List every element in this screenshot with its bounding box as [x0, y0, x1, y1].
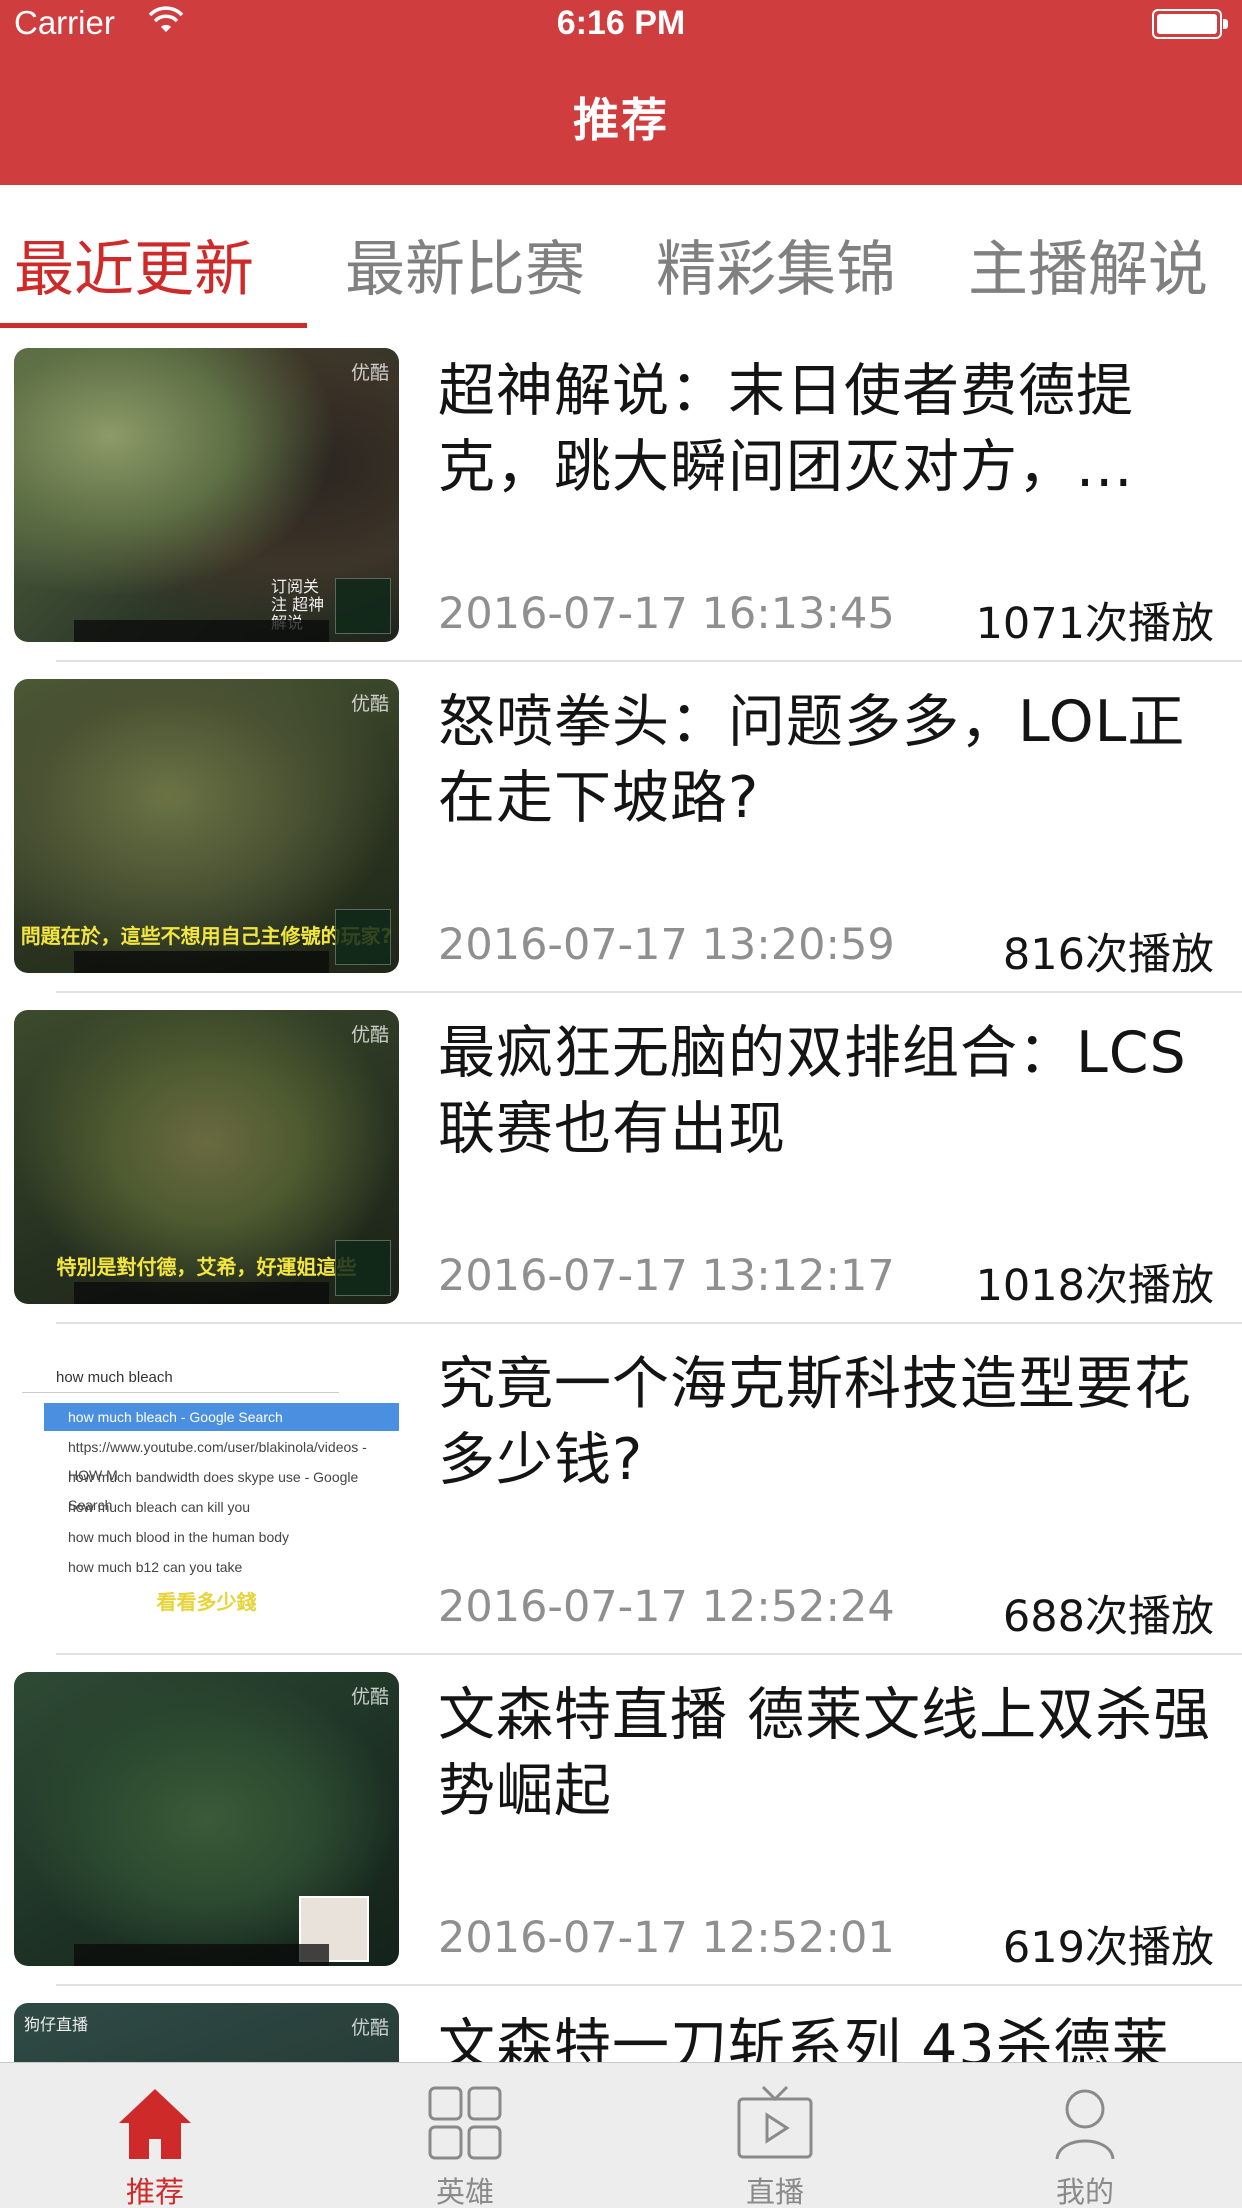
play-count: 816次播放 [1002, 930, 1214, 980]
video-title[interactable]: 究竟一个海克斯科技造型要花多少钱? [438, 1346, 1228, 1498]
suggestion-item: how much bleach - Google Search [44, 1403, 399, 1431]
video-title[interactable]: 最疯狂无脑的双排组合：LCS联赛也有出现 [438, 1015, 1228, 1167]
home-icon [119, 2089, 191, 2159]
suggestion-item: how much bleach can kill you [68, 1499, 251, 1515]
grid-icon [428, 2086, 502, 2160]
video-row[interactable]: 优酷 問題在於，這些不想用自己主修號的玩家? 怒喷拳头：问题多多，LOL正在走下… [0, 662, 1242, 993]
bottom-tab-bar: 推荐 英雄 直播 我的 [0, 2062, 1242, 2208]
minimap [335, 578, 391, 634]
tab-streamer-commentary[interactable]: 主播解说 [968, 221, 1208, 308]
game-hud [74, 1944, 329, 1966]
minimap [335, 1240, 391, 1296]
suggestion-item: https://www.youtube.com/user/blakinola/v… [68, 1439, 367, 1483]
video-thumbnail[interactable]: 优酷 問題在於，這些不想用自己主修號的玩家? [14, 679, 399, 973]
watermark-badge: 优酷 [350, 1024, 389, 1046]
video-title[interactable]: 怒喷拳头：问题多多，LOL正在走下坡路? [438, 684, 1228, 836]
suggestion-item: how much blood in the human body [68, 1529, 290, 1545]
play-count: 1071次播放 [975, 599, 1214, 649]
tabbar-item-recommend[interactable]: 推荐 [0, 2063, 310, 2208]
video-row[interactable]: how much bleach how much bleach - Google… [0, 1324, 1242, 1655]
video-title[interactable]: 文森特一刀斩系列 43杀德莱 [438, 2008, 1228, 2062]
tabbar-item-live[interactable]: 直播 [620, 2063, 930, 2208]
tabbar-label: 推荐 [125, 2175, 184, 2208]
game-hud [74, 620, 329, 642]
video-row[interactable]: 优酷 特別是對付德，艾希，好運姐這些 最疯狂无脑的双排组合：LCS联赛也有出现 … [0, 993, 1242, 1324]
watermark-badge: 优酷 [350, 1686, 389, 1708]
video-thumbnail[interactable]: 狗仔直播 优酷 [14, 2003, 399, 2062]
video-title[interactable]: 文森特直播 德莱文线上双杀强势崛起 [438, 1677, 1228, 1829]
video-feed: 优酷 订阅关注 超神解说 超神解说：末日使者费德提克，跳大瞬间团灭对方，... … [0, 331, 1242, 2062]
tabbar-label: 英雄 [435, 2175, 494, 2208]
video-date: 2016-07-17 16:13:45 [438, 589, 895, 639]
clock-label: 6:16 PM [556, 4, 686, 42]
video-thumbnail[interactable]: 优酷 [14, 1672, 399, 1966]
suggestion-item: how much b12 can you take [68, 1559, 243, 1575]
minimap [335, 909, 391, 965]
tabbar-label: 直播 [745, 2175, 804, 2208]
tabbar-label: 我的 [1055, 2175, 1114, 2208]
search-query: how much bleach [22, 1363, 339, 1393]
page-title: 推荐 [573, 93, 669, 147]
browser-search-mock: how much bleach how much bleach - Google… [14, 1341, 399, 1635]
video-thumbnail[interactable]: how much bleach how much bleach - Google… [14, 1341, 399, 1635]
tab-highlights[interactable]: 精彩集锦 [656, 221, 896, 308]
play-count: 688次播放 [1002, 1592, 1214, 1642]
video-title[interactable]: 超神解说：末日使者费德提克，跳大瞬间团灭对方，... [438, 353, 1228, 505]
video-date: 2016-07-17 12:52:01 [438, 1913, 895, 1963]
tabbar-item-mine[interactable]: 我的 [930, 2063, 1240, 2208]
game-hud [74, 951, 329, 973]
video-row[interactable]: 优酷 文森特直播 德莱文线上双杀强势崛起 2016-07-17 12:52:01… [0, 1655, 1242, 1986]
video-row[interactable]: 狗仔直播 优酷 文森特一刀斩系列 43杀德莱 [0, 1986, 1242, 2062]
video-date: 2016-07-17 13:12:17 [438, 1251, 895, 1301]
status-bar: Carrier 6:16 PM [0, 0, 1242, 46]
video-thumbnail[interactable]: 优酷 特別是對付德，艾希，好運姐這些 [14, 1010, 399, 1304]
play-count: 619次播放 [1002, 1923, 1214, 1973]
tab-recent-updates[interactable]: 最近更新 [14, 221, 254, 308]
video-date: 2016-07-17 13:20:59 [438, 920, 895, 970]
category-tabs: 最近更新 最新比赛 精彩集锦 主播解说 [0, 185, 1242, 331]
video-thumbnail[interactable]: 优酷 订阅关注 超神解说 [14, 348, 399, 642]
suggestion-item: how much bandwidth does skype use - Goog… [68, 1469, 359, 1513]
person-icon [1055, 2089, 1115, 2160]
thumbnail-overlay-text: 狗仔直播 [24, 2015, 89, 2034]
video-date: 2016-07-17 12:52:24 [438, 1582, 895, 1632]
tv-icon [737, 2085, 813, 2159]
nav-header: Carrier 6:16 PM 推荐 [0, 0, 1242, 185]
game-hud [74, 1282, 329, 1304]
watermark-badge: 优酷 [350, 2017, 389, 2039]
play-count: 1018次播放 [975, 1261, 1214, 1311]
video-row[interactable]: 优酷 订阅关注 超神解说 超神解说：末日使者费德提克，跳大瞬间团灭对方，... … [0, 331, 1242, 662]
watermark-badge: 优酷 [350, 362, 389, 384]
tabbar-item-heroes[interactable]: 英雄 [310, 2063, 620, 2208]
thumbnail-caption: 看看多少錢 [156, 1590, 257, 1614]
watermark-badge: 优酷 [350, 693, 389, 715]
tab-latest-matches[interactable]: 最新比赛 [345, 221, 585, 308]
battery-icon [1152, 9, 1228, 39]
active-tab-indicator [0, 323, 307, 328]
